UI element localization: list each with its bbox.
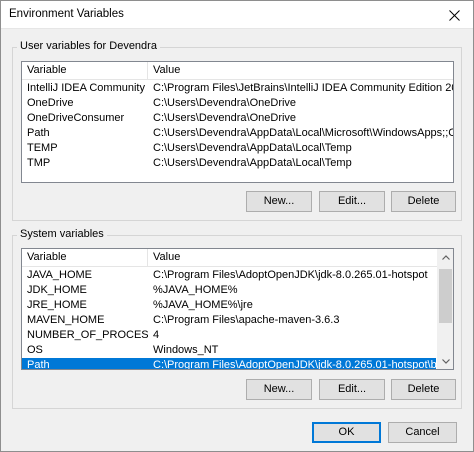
value-cell: 4 <box>153 329 160 341</box>
value-cell: C:\Users\Devendra\OneDrive <box>153 112 297 124</box>
user-edit-button[interactable]: Edit... <box>319 191 385 212</box>
user-variables-label: User variables for Devendra <box>17 40 160 52</box>
system-list-header: Variable Value <box>22 249 453 267</box>
user-column-variable[interactable]: Variable <box>22 62 148 80</box>
variable-cell: Path <box>27 359 50 370</box>
variable-cell: JRE_HOME <box>27 299 87 311</box>
scroll-down-arrow[interactable] <box>437 354 453 368</box>
variable-cell: OneDriveConsumer <box>27 112 125 124</box>
user-new-button[interactable]: New... <box>246 191 312 212</box>
system-new-button[interactable]: New... <box>246 379 312 400</box>
value-cell: C:\Users\Devendra\OneDrive <box>153 97 297 109</box>
table-row[interactable]: OS Windows_NT <box>22 343 436 358</box>
user-list-header: Variable Value <box>22 62 453 80</box>
table-row[interactable]: NUMBER_OF_PROCESSORS 4 <box>22 328 436 343</box>
variable-cell: JDK_HOME <box>27 284 87 296</box>
variable-cell: MAVEN_HOME <box>27 314 105 326</box>
value-cell: C:\Program Files\apache-maven-3.6.3 <box>153 314 340 326</box>
user-delete-button[interactable]: Delete <box>391 191 456 212</box>
chevron-down-icon <box>441 358 450 364</box>
system-list-scrollbar[interactable] <box>437 249 453 369</box>
value-cell: C:\Program Files\JetBrains\IntelliJ IDEA… <box>153 82 453 94</box>
variable-cell: JAVA_HOME <box>27 269 92 281</box>
table-row[interactable]: MAVEN_HOME C:\Program Files\apache-maven-… <box>22 313 436 328</box>
value-cell: C:\Users\Devendra\AppData\Local\Temp <box>153 142 352 154</box>
cancel-button[interactable]: Cancel <box>388 422 457 443</box>
variable-cell: OS <box>27 344 43 356</box>
table-row[interactable]: OneDrive C:\Users\Devendra\OneDrive <box>22 96 453 111</box>
system-edit-button[interactable]: Edit... <box>319 379 385 400</box>
environment-variables-dialog: Environment Variables User variables for… <box>0 0 474 452</box>
table-row[interactable]: JAVA_HOME C:\Program Files\AdoptOpenJDK\j… <box>22 268 436 283</box>
system-variables-label: System variables <box>17 228 107 240</box>
table-row[interactable]: JRE_HOME %JAVA_HOME%\jre <box>22 298 436 313</box>
table-row[interactable]: JDK_HOME %JAVA_HOME% <box>22 283 436 298</box>
variable-cell: TMP <box>27 157 51 169</box>
value-cell: C:\Users\Devendra\AppData\Local\Temp <box>153 157 352 169</box>
chevron-up-icon <box>441 254 450 260</box>
variable-cell: OneDrive <box>27 97 74 109</box>
table-row[interactable]: IntelliJ IDEA Community Edit... C:\Progra… <box>22 81 453 96</box>
close-button[interactable] <box>435 1 473 29</box>
variable-cell: Path <box>27 127 50 139</box>
system-delete-button[interactable]: Delete <box>391 379 456 400</box>
system-column-value[interactable]: Value <box>148 249 438 267</box>
value-cell: %JAVA_HOME% <box>153 284 238 296</box>
scroll-up-arrow[interactable] <box>437 250 453 264</box>
title-bar[interactable]: Environment Variables <box>1 1 473 29</box>
table-row[interactable]: TMP C:\Users\Devendra\AppData\Local\Temp <box>22 156 453 171</box>
value-cell: %JAVA_HOME%\jre <box>153 299 253 311</box>
table-row[interactable]: TEMP C:\Users\Devendra\AppData\Local\Temp <box>22 141 453 156</box>
variable-cell: IntelliJ IDEA Community Edit... <box>27 82 148 94</box>
value-cell: C:\Program Files\AdoptOpenJDK\jdk-8.0.26… <box>153 269 428 281</box>
value-cell: Windows_NT <box>153 344 219 356</box>
table-row[interactable]: Path C:\Program Files\AdoptOpenJDK\jdk-8.… <box>22 358 436 370</box>
scroll-thumb[interactable] <box>439 269 452 323</box>
value-cell: C:\Users\Devendra\AppData\Local\Microsof… <box>153 127 453 139</box>
value-cell: C:\Program Files\AdoptOpenJDK\jdk-8.0.26… <box>153 359 436 370</box>
variable-cell: TEMP <box>27 142 58 154</box>
table-row[interactable]: OneDriveConsumer C:\Users\Devendra\OneDri… <box>22 111 453 126</box>
window-title: Environment Variables <box>9 8 124 20</box>
table-row[interactable]: Path C:\Users\Devendra\AppData\Local\Micr… <box>22 126 453 141</box>
user-column-value[interactable]: Value <box>148 62 453 80</box>
user-variables-list[interactable]: Variable Value IntelliJ IDEA Community E… <box>21 61 454 183</box>
variable-cell: NUMBER_OF_PROCESSORS <box>27 329 148 341</box>
system-column-variable[interactable]: Variable <box>22 249 148 267</box>
ok-button[interactable]: OK <box>312 422 381 443</box>
close-icon <box>448 9 460 21</box>
system-variables-list[interactable]: Variable Value JAVA_HOME C:\Program Files… <box>21 248 454 370</box>
